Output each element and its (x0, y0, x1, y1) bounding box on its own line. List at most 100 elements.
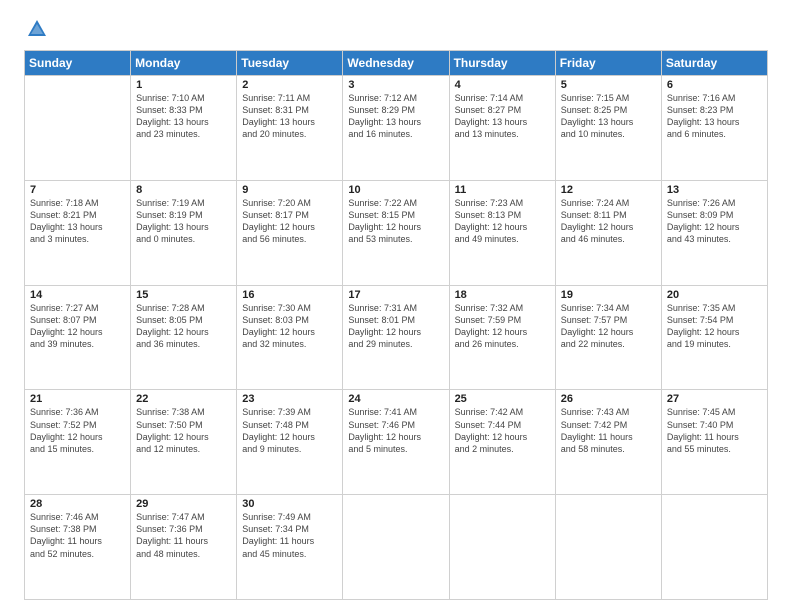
day-number: 17 (348, 289, 443, 301)
day-cell: 17Sunrise: 7:31 AM Sunset: 8:01 PM Dayli… (343, 285, 449, 390)
day-cell: 3Sunrise: 7:12 AM Sunset: 8:29 PM Daylig… (343, 76, 449, 181)
day-info: Sunrise: 7:19 AM Sunset: 8:19 PM Dayligh… (136, 197, 231, 246)
day-cell: 28Sunrise: 7:46 AM Sunset: 7:38 PM Dayli… (25, 495, 131, 600)
header (24, 18, 768, 40)
day-cell: 21Sunrise: 7:36 AM Sunset: 7:52 PM Dayli… (25, 390, 131, 495)
logo-icon (26, 18, 48, 40)
logo (24, 18, 48, 40)
day-cell: 6Sunrise: 7:16 AM Sunset: 8:23 PM Daylig… (661, 76, 767, 181)
day-info: Sunrise: 7:45 AM Sunset: 7:40 PM Dayligh… (667, 406, 762, 455)
weekday-tuesday: Tuesday (237, 51, 343, 76)
day-number: 15 (136, 289, 231, 301)
day-info: Sunrise: 7:43 AM Sunset: 7:42 PM Dayligh… (561, 406, 656, 455)
calendar: SundayMondayTuesdayWednesdayThursdayFrid… (24, 50, 768, 600)
day-number: 26 (561, 393, 656, 405)
day-number: 4 (455, 79, 550, 91)
day-number: 16 (242, 289, 337, 301)
day-cell: 22Sunrise: 7:38 AM Sunset: 7:50 PM Dayli… (131, 390, 237, 495)
day-info: Sunrise: 7:34 AM Sunset: 7:57 PM Dayligh… (561, 302, 656, 351)
weekday-header-row: SundayMondayTuesdayWednesdayThursdayFrid… (25, 51, 768, 76)
day-cell: 1Sunrise: 7:10 AM Sunset: 8:33 PM Daylig… (131, 76, 237, 181)
day-info: Sunrise: 7:16 AM Sunset: 8:23 PM Dayligh… (667, 92, 762, 141)
day-info: Sunrise: 7:39 AM Sunset: 7:48 PM Dayligh… (242, 406, 337, 455)
day-number: 5 (561, 79, 656, 91)
day-info: Sunrise: 7:30 AM Sunset: 8:03 PM Dayligh… (242, 302, 337, 351)
day-number: 1 (136, 79, 231, 91)
day-info: Sunrise: 7:32 AM Sunset: 7:59 PM Dayligh… (455, 302, 550, 351)
day-info: Sunrise: 7:14 AM Sunset: 8:27 PM Dayligh… (455, 92, 550, 141)
day-number: 7 (30, 184, 125, 196)
week-row-2: 14Sunrise: 7:27 AM Sunset: 8:07 PM Dayli… (25, 285, 768, 390)
weekday-wednesday: Wednesday (343, 51, 449, 76)
day-info: Sunrise: 7:35 AM Sunset: 7:54 PM Dayligh… (667, 302, 762, 351)
day-cell: 5Sunrise: 7:15 AM Sunset: 8:25 PM Daylig… (555, 76, 661, 181)
day-cell: 12Sunrise: 7:24 AM Sunset: 8:11 PM Dayli… (555, 180, 661, 285)
day-cell (661, 495, 767, 600)
weekday-friday: Friday (555, 51, 661, 76)
day-number: 9 (242, 184, 337, 196)
day-info: Sunrise: 7:49 AM Sunset: 7:34 PM Dayligh… (242, 511, 337, 560)
day-cell (449, 495, 555, 600)
day-cell: 14Sunrise: 7:27 AM Sunset: 8:07 PM Dayli… (25, 285, 131, 390)
day-number: 27 (667, 393, 762, 405)
day-info: Sunrise: 7:26 AM Sunset: 8:09 PM Dayligh… (667, 197, 762, 246)
day-info: Sunrise: 7:47 AM Sunset: 7:36 PM Dayligh… (136, 511, 231, 560)
day-number: 6 (667, 79, 762, 91)
day-info: Sunrise: 7:12 AM Sunset: 8:29 PM Dayligh… (348, 92, 443, 141)
day-info: Sunrise: 7:22 AM Sunset: 8:15 PM Dayligh… (348, 197, 443, 246)
day-cell: 19Sunrise: 7:34 AM Sunset: 7:57 PM Dayli… (555, 285, 661, 390)
day-info: Sunrise: 7:28 AM Sunset: 8:05 PM Dayligh… (136, 302, 231, 351)
day-cell: 30Sunrise: 7:49 AM Sunset: 7:34 PM Dayli… (237, 495, 343, 600)
day-number: 23 (242, 393, 337, 405)
day-cell: 2Sunrise: 7:11 AM Sunset: 8:31 PM Daylig… (237, 76, 343, 181)
day-cell: 18Sunrise: 7:32 AM Sunset: 7:59 PM Dayli… (449, 285, 555, 390)
weekday-thursday: Thursday (449, 51, 555, 76)
week-row-0: 1Sunrise: 7:10 AM Sunset: 8:33 PM Daylig… (25, 76, 768, 181)
day-info: Sunrise: 7:15 AM Sunset: 8:25 PM Dayligh… (561, 92, 656, 141)
day-cell: 10Sunrise: 7:22 AM Sunset: 8:15 PM Dayli… (343, 180, 449, 285)
day-cell: 13Sunrise: 7:26 AM Sunset: 8:09 PM Dayli… (661, 180, 767, 285)
day-cell (555, 495, 661, 600)
day-cell: 25Sunrise: 7:42 AM Sunset: 7:44 PM Dayli… (449, 390, 555, 495)
day-info: Sunrise: 7:42 AM Sunset: 7:44 PM Dayligh… (455, 406, 550, 455)
week-row-1: 7Sunrise: 7:18 AM Sunset: 8:21 PM Daylig… (25, 180, 768, 285)
day-cell (25, 76, 131, 181)
day-number: 21 (30, 393, 125, 405)
day-number: 14 (30, 289, 125, 301)
day-info: Sunrise: 7:38 AM Sunset: 7:50 PM Dayligh… (136, 406, 231, 455)
day-number: 11 (455, 184, 550, 196)
day-number: 22 (136, 393, 231, 405)
day-cell: 7Sunrise: 7:18 AM Sunset: 8:21 PM Daylig… (25, 180, 131, 285)
weekday-saturday: Saturday (661, 51, 767, 76)
day-info: Sunrise: 7:24 AM Sunset: 8:11 PM Dayligh… (561, 197, 656, 246)
day-cell: 27Sunrise: 7:45 AM Sunset: 7:40 PM Dayli… (661, 390, 767, 495)
day-number: 29 (136, 498, 231, 510)
day-cell: 9Sunrise: 7:20 AM Sunset: 8:17 PM Daylig… (237, 180, 343, 285)
day-number: 25 (455, 393, 550, 405)
day-cell: 29Sunrise: 7:47 AM Sunset: 7:36 PM Dayli… (131, 495, 237, 600)
day-cell: 15Sunrise: 7:28 AM Sunset: 8:05 PM Dayli… (131, 285, 237, 390)
day-cell: 23Sunrise: 7:39 AM Sunset: 7:48 PM Dayli… (237, 390, 343, 495)
day-info: Sunrise: 7:36 AM Sunset: 7:52 PM Dayligh… (30, 406, 125, 455)
day-number: 12 (561, 184, 656, 196)
day-info: Sunrise: 7:27 AM Sunset: 8:07 PM Dayligh… (30, 302, 125, 351)
page: SundayMondayTuesdayWednesdayThursdayFrid… (0, 0, 792, 612)
day-cell: 24Sunrise: 7:41 AM Sunset: 7:46 PM Dayli… (343, 390, 449, 495)
day-number: 24 (348, 393, 443, 405)
day-cell: 4Sunrise: 7:14 AM Sunset: 8:27 PM Daylig… (449, 76, 555, 181)
day-number: 18 (455, 289, 550, 301)
day-cell: 8Sunrise: 7:19 AM Sunset: 8:19 PM Daylig… (131, 180, 237, 285)
day-cell: 26Sunrise: 7:43 AM Sunset: 7:42 PM Dayli… (555, 390, 661, 495)
day-cell: 11Sunrise: 7:23 AM Sunset: 8:13 PM Dayli… (449, 180, 555, 285)
week-row-4: 28Sunrise: 7:46 AM Sunset: 7:38 PM Dayli… (25, 495, 768, 600)
day-number: 19 (561, 289, 656, 301)
day-cell (343, 495, 449, 600)
day-number: 3 (348, 79, 443, 91)
day-info: Sunrise: 7:41 AM Sunset: 7:46 PM Dayligh… (348, 406, 443, 455)
day-info: Sunrise: 7:18 AM Sunset: 8:21 PM Dayligh… (30, 197, 125, 246)
day-info: Sunrise: 7:23 AM Sunset: 8:13 PM Dayligh… (455, 197, 550, 246)
day-info: Sunrise: 7:46 AM Sunset: 7:38 PM Dayligh… (30, 511, 125, 560)
weekday-monday: Monday (131, 51, 237, 76)
day-info: Sunrise: 7:31 AM Sunset: 8:01 PM Dayligh… (348, 302, 443, 351)
day-info: Sunrise: 7:20 AM Sunset: 8:17 PM Dayligh… (242, 197, 337, 246)
